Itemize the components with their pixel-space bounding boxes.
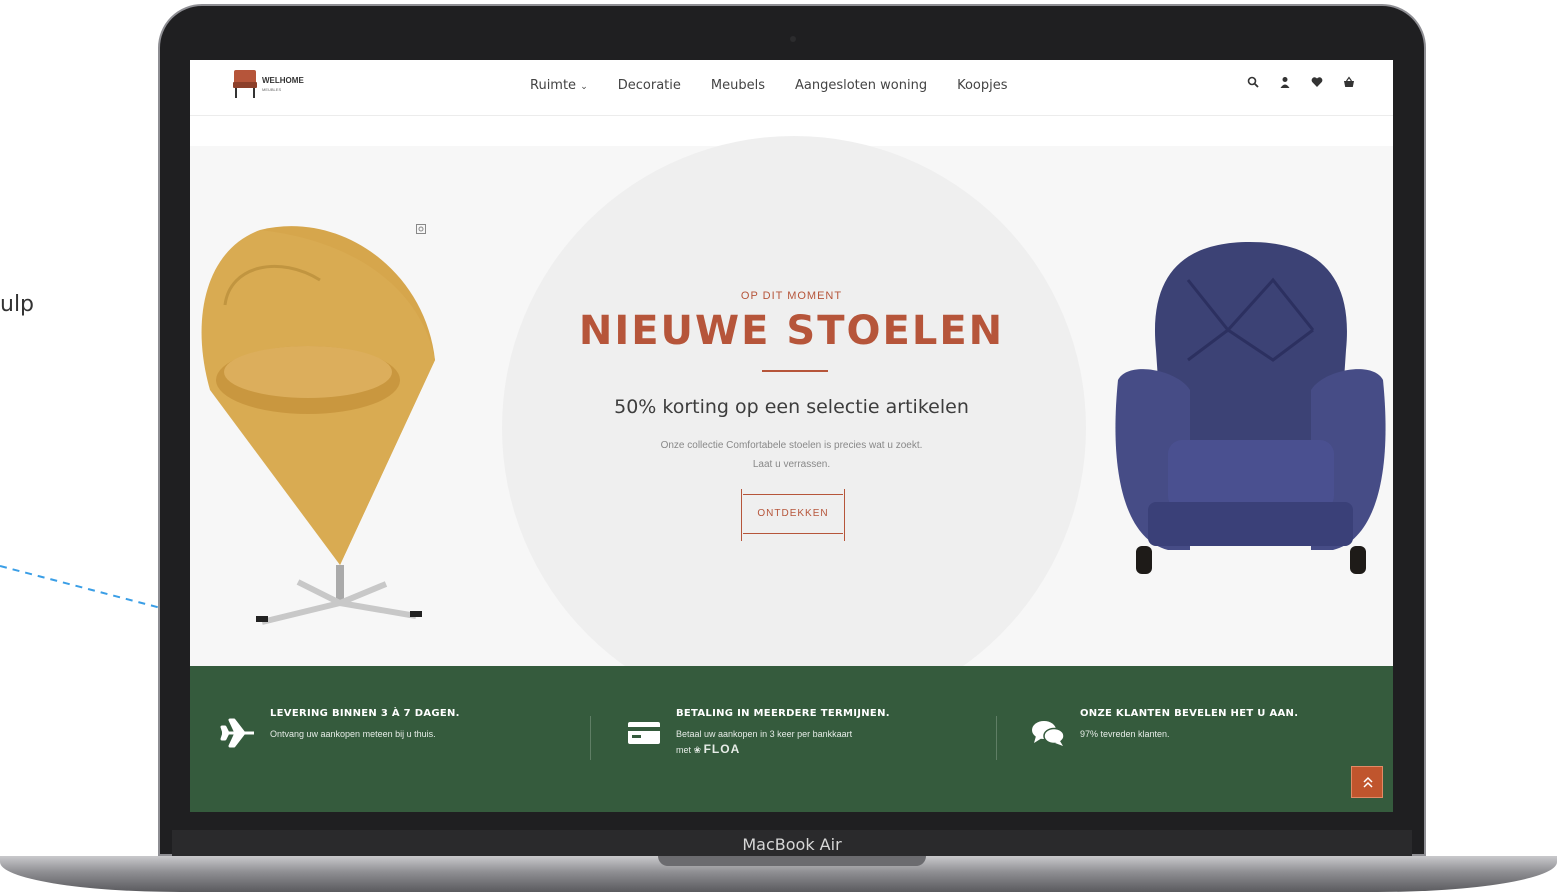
title-divider [762, 370, 828, 372]
search-icon[interactable] [1247, 76, 1259, 88]
feature-reviews: ONZE KLANTEN BEVELEN HET U AAN. 97% tevr… [1030, 708, 1298, 748]
feature-divider [996, 716, 997, 760]
hero-circle [502, 136, 1086, 720]
nav-item-koopjes[interactable]: Koopjes [957, 78, 1007, 93]
back-to-top-button[interactable] [1351, 766, 1383, 798]
chevron-up-icon [1363, 776, 1373, 788]
feature-text: Betaal uw aankopen in 3 keer per bankkaa… [676, 729, 853, 739]
plane-icon [220, 718, 254, 748]
nav-item-meubels[interactable]: Meubels [711, 78, 765, 93]
logo[interactable]: WELHOME MEUBLES [232, 68, 304, 100]
website-screen: WELHOME MEUBLES Ruimte ⌄ Decoratie Meube… [190, 60, 1393, 812]
hero-description: Onze collectie Comfortabele stoelen is p… [190, 436, 1393, 474]
feature-text-line2: met ❀ FLOA [676, 742, 890, 758]
expand-icon[interactable] [416, 224, 426, 234]
user-icon[interactable] [1279, 76, 1291, 88]
nav-item-ruimte[interactable]: Ruimte ⌄ [530, 78, 588, 93]
feature-divider [590, 716, 591, 760]
floa-logo-icon: ❀ [693, 745, 702, 755]
basket-icon[interactable] [1343, 76, 1355, 88]
credit-card-icon [628, 722, 660, 744]
main-nav: Ruimte ⌄ Decoratie Meubels Aangesloten w… [530, 78, 1008, 93]
discover-button[interactable]: ONTDEKKEN [741, 489, 845, 541]
features-band: LEVERING BINNEN 3 À 7 DAGEN. Ontvang uw … [190, 666, 1393, 812]
chevron-down-icon: ⌄ [580, 82, 588, 92]
camera [790, 36, 796, 42]
feature-delivery: LEVERING BINNEN 3 À 7 DAGEN. Ontvang uw … [220, 708, 460, 748]
feature-text: Ontvang uw aankopen meteen bij u thuis. [270, 729, 436, 739]
feature-title: LEVERING BINNEN 3 À 7 DAGEN. [270, 708, 460, 719]
feature-title: ONZE KLANTEN BEVELEN HET U AAN. [1080, 708, 1299, 719]
hero-description-line: Onze collectie Comfortabele stoelen is p… [660, 440, 923, 451]
device-label: MacBook Air [742, 835, 842, 854]
nav-item-aangesloten-woning[interactable]: Aangesloten woning [795, 78, 927, 93]
feature-title: BETALING IN MEERDERE TERMIJNEN. [676, 708, 890, 719]
chat-bubbles-icon [1032, 721, 1065, 746]
hero-eyebrow: OP DIT MOMENT [740, 290, 843, 302]
chair-logo-icon [233, 70, 257, 98]
side-text: ulp [0, 292, 35, 317]
hero-description-line: Laat u verrassen. [752, 459, 831, 470]
logo-text: WELHOME [262, 75, 304, 85]
nav-item-decoratie[interactable]: Decoratie [618, 78, 681, 93]
nav-item-label: Ruimte [530, 78, 577, 93]
laptop-chin: MacBook Air [172, 830, 1412, 856]
hero-title: NIEUWE STOELEN [578, 308, 1005, 354]
feature-text: met [676, 745, 692, 755]
yellow-cone-chair-image [201, 226, 435, 625]
laptop-notch [658, 856, 926, 866]
feature-payment: BETALING IN MEERDERE TERMIJNEN. Betaal u… [626, 708, 890, 758]
site-header: WELHOME MEUBLES Ruimte ⌄ Decoratie Meube… [190, 60, 1393, 116]
hero-banner: OP DIT MOMENT NIEUWE STOELEN 50% korting… [190, 136, 1393, 720]
heart-icon[interactable] [1311, 76, 1323, 88]
hero-subtitle: 50% korting op een selectie artikelen [614, 396, 969, 418]
feature-text: 97% tevreden klanten. [1080, 729, 1170, 739]
logo-subtext: MEUBLES [262, 86, 282, 92]
floa-brand: FLOA [703, 742, 741, 756]
header-icons [1247, 76, 1355, 88]
